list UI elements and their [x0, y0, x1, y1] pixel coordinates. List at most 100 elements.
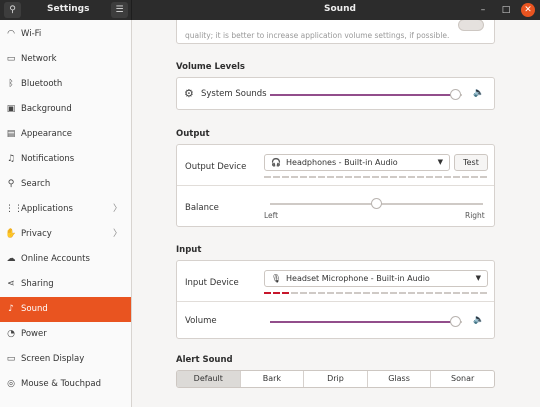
wifi-icon: ◠: [7, 29, 15, 39]
sidebar-item-applications[interactable]: ⋮⋮ Applications 〉: [0, 197, 131, 222]
output-device-label: Output Device: [185, 162, 247, 172]
input-volume-slider-knob[interactable]: [450, 316, 461, 327]
sidebar-item-notifications[interactable]: ♫ Notifications: [0, 147, 131, 172]
search-icon[interactable]: ⚲: [4, 2, 21, 18]
bell-icon: ♫: [6, 154, 16, 164]
sidebar-item-label: Search: [21, 179, 51, 189]
overamplification-toggle[interactable]: [458, 20, 484, 31]
chevron-right-icon: 〉: [112, 229, 122, 239]
alert-option-drip[interactable]: Drip: [303, 371, 367, 387]
system-sounds-label: System Sounds: [201, 89, 267, 99]
volume-levels-frame: ⚙ System Sounds 🔈: [176, 77, 495, 110]
power-icon: ◔: [7, 329, 15, 339]
sidebar-header: ⚲ Settings ☰: [0, 0, 132, 20]
sidebar-item-appearance[interactable]: ▤ Appearance: [0, 122, 131, 147]
sidebar-item-bluetooth[interactable]: ᛒ Bluetooth: [0, 72, 131, 97]
hamburger-menu-icon[interactable]: ☰: [111, 2, 128, 18]
balance-slider-knob[interactable]: [371, 198, 382, 209]
output-device-combo[interactable]: 🎧 Headphones - Built-in Audio ▼: [264, 154, 450, 171]
sidebar-item-wi-fi[interactable]: ◠ Wi-Fi: [0, 22, 131, 47]
divider: [177, 185, 494, 186]
sidebar-item-label: Online Accounts: [21, 254, 90, 264]
input-frame: Input Device 🎙 Headset Microphone - Buil…: [176, 260, 495, 339]
volume-levels-title: Volume Levels: [176, 62, 245, 72]
alert-sound-selector: Default Bark Drip Glass Sonar: [176, 370, 495, 388]
sidebar-item-sound[interactable]: ♪ Sound: [0, 297, 131, 322]
header-bar: ⚲ Settings ☰ Sound – □ ✕: [0, 0, 540, 20]
chevron-down-icon: ▼: [437, 158, 443, 166]
sidebar-item-background[interactable]: ▣ Background: [0, 97, 131, 122]
sound-panel: quality; it is better to increase applic…: [132, 20, 540, 407]
sidebar-item-label: Power: [21, 329, 47, 339]
input-volume-slider-fill: [270, 321, 456, 323]
alert-sound-title: Alert Sound: [176, 355, 233, 365]
alert-option-sonar[interactable]: Sonar: [430, 371, 494, 387]
balance-left-label: Left: [264, 211, 279, 220]
alert-option-default[interactable]: Default: [177, 371, 240, 387]
sidebar-item-label: Bluetooth: [21, 79, 63, 89]
search-icon: ⚲: [7, 179, 15, 189]
minimize-button[interactable]: –: [476, 3, 490, 17]
test-button[interactable]: Test: [454, 154, 488, 171]
appearance-icon: ▤: [6, 129, 16, 139]
sidebar-item-label: Appearance: [21, 129, 73, 139]
microphone-icon: 🎙: [271, 274, 282, 283]
sidebar-item-label: Privacy: [21, 229, 52, 239]
alert-option-bark[interactable]: Bark: [239, 371, 304, 387]
output-device-value: Headphones - Built-in Audio: [286, 158, 398, 167]
output-title: Output: [176, 129, 210, 139]
privacy-icon: ✋: [5, 229, 17, 239]
display-icon: ▭: [6, 354, 16, 364]
bluetooth-icon: ᛒ: [8, 79, 14, 89]
headphones-icon: 🎧: [271, 158, 281, 167]
sharing-icon: ⋖: [7, 279, 15, 289]
output-level-meter: [264, 176, 487, 179]
system-sounds-slider-knob[interactable]: [450, 89, 461, 100]
divider: [177, 301, 494, 302]
input-level-meter: [264, 292, 487, 295]
page-title: Sound: [324, 4, 356, 14]
network-icon: ▭: [6, 54, 16, 64]
input-title: Input: [176, 245, 202, 255]
applications-icon: ⋮⋮: [5, 204, 23, 214]
sidebar-item-search[interactable]: ⚲ Search: [0, 172, 131, 197]
maximize-button[interactable]: □: [499, 3, 513, 17]
sidebar-item-sharing[interactable]: ⋖ Sharing: [0, 272, 131, 297]
input-device-combo[interactable]: 🎙 Headset Microphone - Built-in Audio ▼: [264, 270, 488, 287]
sidebar-item-online-accounts[interactable]: ☁ Online Accounts: [0, 247, 131, 272]
output-frame: Output Device 🎧 Headphones - Built-in Au…: [176, 144, 495, 227]
speaker-icon: 🔈: [473, 315, 485, 325]
sidebar-item-label: Mouse & Touchpad: [21, 379, 102, 389]
sidebar-item-privacy[interactable]: ✋ Privacy 〉: [0, 222, 131, 247]
sidebar-item-screen-display[interactable]: ▭ Screen Display: [0, 347, 131, 372]
overamplification-text: quality; it is better to increase applic…: [185, 31, 450, 40]
sidebar-item-label: Sound: [21, 304, 48, 314]
sidebar-item-label: Network: [21, 54, 57, 64]
sidebar: ◠ Wi-Fi ▭ Network ᛒ Bluetooth ▣ Background ▤ Appe…: [0, 20, 132, 407]
sidebar-item-label: Wi-Fi: [21, 29, 42, 39]
sidebar-item-label: Notifications: [21, 154, 75, 164]
sidebar-item-label: Applications: [21, 204, 73, 214]
sidebar-item-network[interactable]: ▭ Network: [0, 47, 131, 72]
chevron-down-icon: ▼: [475, 274, 481, 282]
balance-label: Balance: [185, 203, 219, 213]
sidebar-item-power[interactable]: ◔ Power: [0, 322, 131, 347]
speaker-icon: 🔈: [473, 88, 485, 98]
background-icon: ▣: [6, 104, 16, 114]
music-note-icon: ♪: [8, 304, 14, 314]
input-device-value: Headset Microphone - Built-in Audio: [286, 274, 430, 283]
sidebar-title: Settings: [47, 4, 90, 14]
input-volume-label: Volume: [185, 316, 217, 326]
sidebar-item-mouse-touchpad[interactable]: ◎ Mouse & Touchpad: [0, 372, 131, 397]
mouse-icon: ◎: [7, 379, 15, 389]
chevron-right-icon: 〉: [112, 204, 122, 214]
gear-icon: ⚙: [184, 87, 194, 100]
system-sounds-slider-fill: [270, 94, 456, 96]
sidebar-item-label: Background: [21, 104, 72, 114]
input-device-label: Input Device: [185, 278, 239, 288]
close-button[interactable]: ✕: [521, 3, 535, 17]
balance-right-label: Right: [465, 211, 485, 220]
alert-option-glass[interactable]: Glass: [366, 371, 431, 387]
overamplification-frame: quality; it is better to increase applic…: [176, 20, 495, 44]
sidebar-item-label: Sharing: [21, 279, 54, 289]
